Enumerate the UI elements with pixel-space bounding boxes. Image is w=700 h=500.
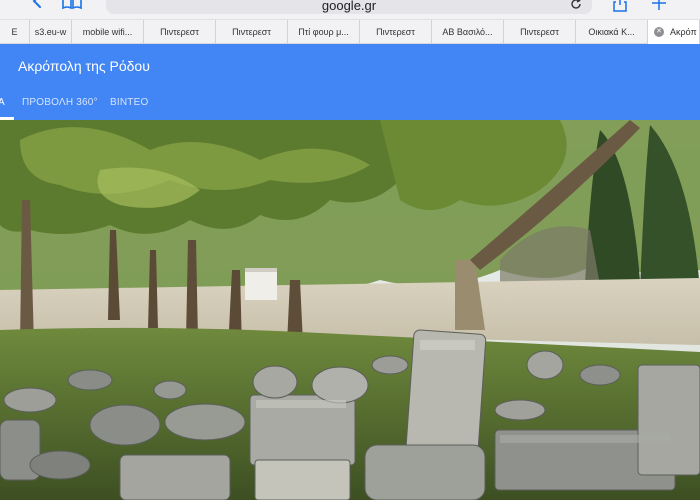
browser-tab[interactable]: Ε (0, 20, 30, 44)
browser-toolbar: google.gr (0, 0, 700, 20)
tab-label: mobile wifi... (82, 27, 133, 37)
browser-tab[interactable]: s3.eu-w (30, 20, 72, 44)
tab-label: Οικιακά Κ... (588, 27, 635, 37)
tab-label: ΑΒ Βασιλό... (442, 27, 493, 37)
browser-tab-active[interactable]: ✕ Ακρόπ (648, 20, 700, 44)
reload-icon (571, 0, 581, 9)
tab-label: Πιντερεστ (232, 27, 271, 37)
bookmarks-button[interactable] (60, 0, 84, 14)
close-tab-icon[interactable]: ✕ (654, 27, 664, 37)
browser-tab[interactable]: Πιντερεστ (360, 20, 432, 44)
tab-label: Ακρόπ (670, 27, 697, 37)
place-tabs: Α ΠΡΟΒΟΛΗ 360° ΒΙΝΤΕΟ (0, 88, 700, 120)
browser-tab[interactable]: Πιντερεστ (504, 20, 576, 44)
address-bar[interactable]: google.gr (106, 0, 592, 14)
tab-photos[interactable]: Α (0, 97, 5, 108)
reload-button[interactable] (570, 0, 582, 9)
share-icon (613, 0, 627, 12)
tab-360-view[interactable]: ΠΡΟΒΟΛΗ 360° (22, 97, 98, 108)
place-photo[interactable] (0, 120, 700, 500)
browser-tab[interactable]: Οικιακά Κ... (576, 20, 648, 44)
tab-label: Πιντερεστ (376, 27, 415, 37)
tab-label: Πιντερεστ (160, 27, 199, 37)
browser-tab[interactable]: mobile wifi... (72, 20, 144, 44)
browser-tab[interactable]: Πιντερεστ (216, 20, 288, 44)
new-tab-button[interactable] (652, 0, 666, 10)
browser-tab[interactable]: Πτί φουρ μ... (288, 20, 360, 44)
new-tab-icon (652, 0, 666, 10)
tab-video[interactable]: ΒΙΝΤΕΟ (110, 97, 148, 108)
tab-label: Πτί φουρ μ... (298, 27, 349, 37)
url-text: google.gr (321, 0, 377, 13)
share-button[interactable] (612, 0, 628, 12)
back-button[interactable] (28, 0, 46, 12)
place-title: Ακρόπολη της Ρόδου (18, 58, 150, 74)
place-header: Ακρόπολη της Ρόδου Α ΠΡΟΒΟΛΗ 360° ΒΙΝΤΕΟ (0, 44, 700, 120)
tab-label: Πιντερεστ (520, 27, 559, 37)
ruins-photo-image (0, 120, 700, 500)
browser-tab[interactable]: ΑΒ Βασιλό... (432, 20, 504, 44)
tab-label: s3.eu-w (34, 27, 67, 37)
bookmarks-icon (62, 0, 82, 10)
back-icon (32, 0, 41, 8)
tab-label: Ε (11, 27, 18, 37)
tab-strip: Ε s3.eu-w mobile wifi... Πιντερεστ Πιντε… (0, 20, 700, 44)
browser-tab[interactable]: Πιντερεστ (144, 20, 216, 44)
screen: google.gr Ε s3.eu-w mobile wifi... Πιντε (0, 0, 700, 500)
